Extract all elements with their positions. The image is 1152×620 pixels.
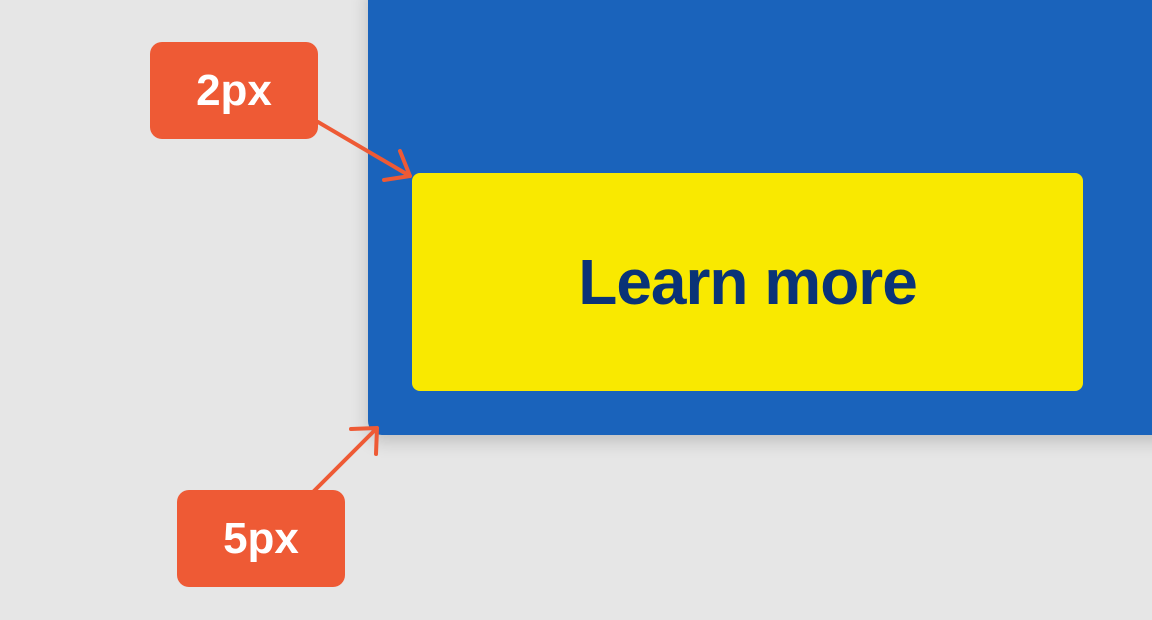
annotation-arrows [312,120,412,493]
arrow-icon [312,426,379,493]
arrow-icon [316,120,412,182]
